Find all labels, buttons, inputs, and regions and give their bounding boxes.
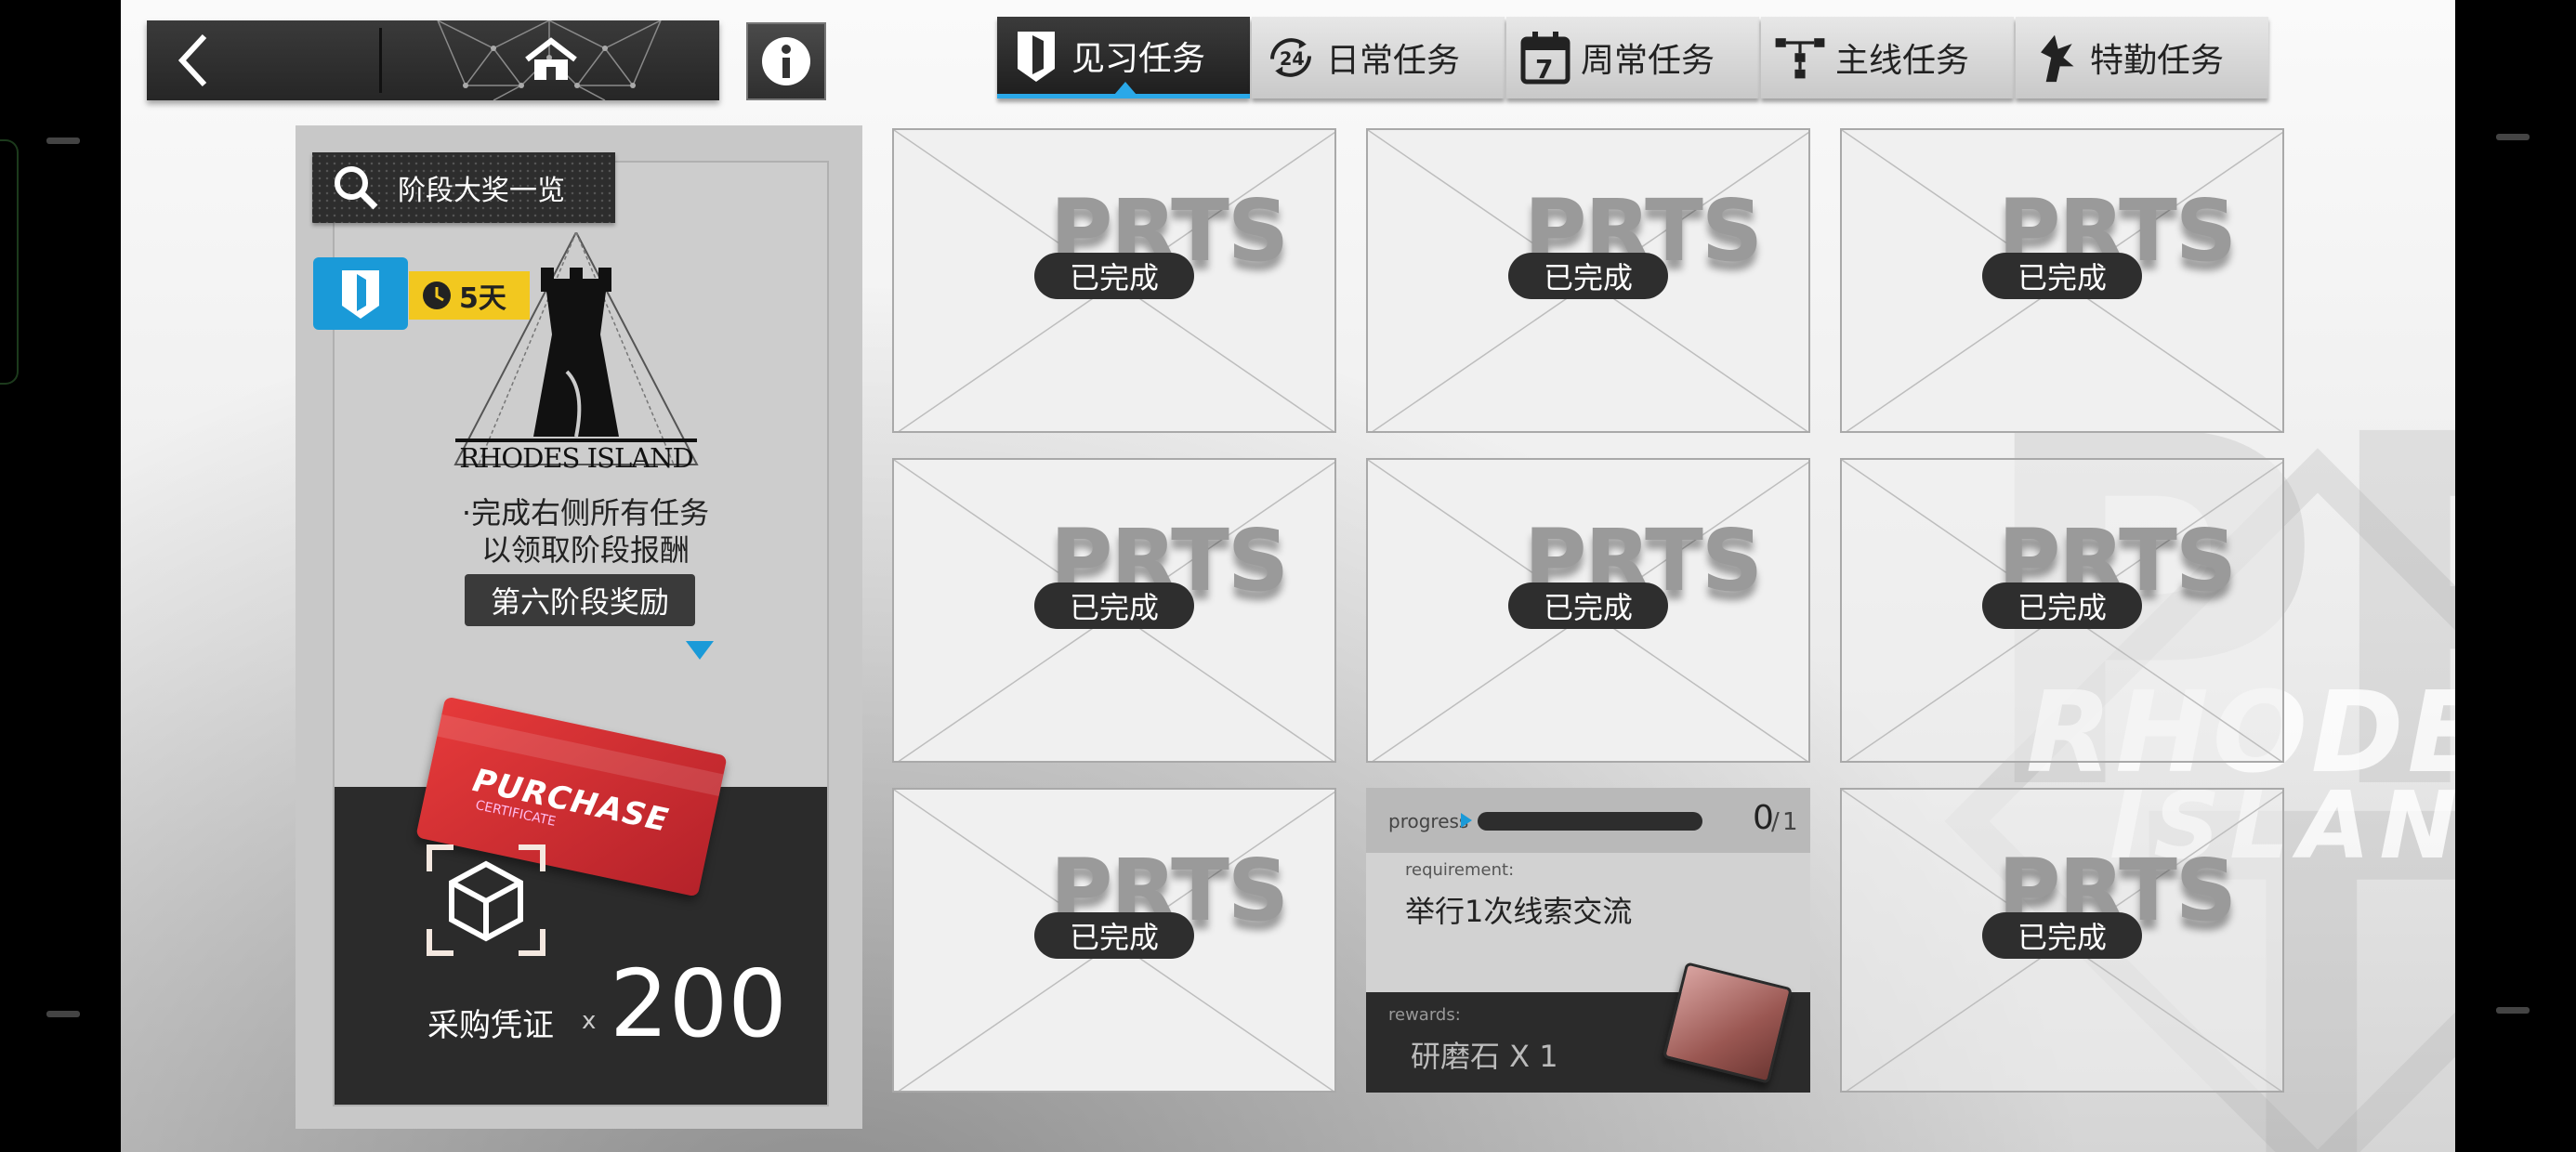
rewards-label: rewards: bbox=[1388, 1005, 1461, 1025]
svg-text:24: 24 bbox=[1280, 48, 1305, 70]
tab-trainee[interactable]: 见习任务 bbox=[997, 17, 1250, 98]
tab-main[interactable]: 主线任务 bbox=[1761, 17, 2014, 98]
reward-quantity: 200 bbox=[610, 949, 787, 1058]
side-handle bbox=[46, 1011, 80, 1017]
tab-label: 见习任务 bbox=[1071, 39, 1206, 78]
completed-badge: 已完成 bbox=[1034, 583, 1194, 629]
home-icon bbox=[524, 37, 577, 80]
requirement-text: 举行1次线索交流 bbox=[1405, 894, 1633, 929]
side-handle bbox=[46, 137, 80, 144]
mission-card-completed[interactable]: PRTS 已完成 bbox=[1366, 128, 1810, 433]
reward-multiplier: x bbox=[582, 1007, 597, 1035]
side-handle bbox=[2496, 1007, 2530, 1014]
completed-badge: 已完成 bbox=[1508, 253, 1668, 299]
completed-badge: 已完成 bbox=[1508, 583, 1668, 629]
tab-label: 主线任务 bbox=[1835, 42, 1970, 80]
game-screen: PR TS RHODES ISLAND bbox=[121, 0, 2455, 1152]
completed-badge: 已完成 bbox=[1982, 912, 2142, 959]
stage-prize-list-label: 阶段大奖一览 bbox=[398, 175, 565, 207]
mission-card-completed[interactable]: PRTS 已完成 bbox=[892, 128, 1336, 433]
info-button[interactable] bbox=[746, 22, 826, 100]
completed-badge: 已完成 bbox=[1982, 253, 2142, 299]
mission-tabs: 见习任务 24 日常任务 7 周常任务 主线任务 特勤任务 bbox=[997, 17, 2270, 100]
mission-card-completed[interactable]: PRTS 已完成 bbox=[1840, 788, 2284, 1093]
progress-arrow-icon bbox=[1461, 813, 1472, 828]
info-icon bbox=[762, 37, 810, 85]
completed-badge: 已完成 bbox=[1034, 253, 1194, 299]
back-button[interactable] bbox=[147, 20, 379, 100]
tab-daily[interactable]: 24 日常任务 bbox=[1252, 17, 1505, 98]
chevron-left-icon bbox=[177, 33, 207, 87]
stage-prize-list-button[interactable]: 阶段大奖一览 bbox=[312, 152, 615, 223]
daily-24-icon: 24 bbox=[1265, 32, 1317, 84]
cube-icon bbox=[427, 844, 545, 956]
search-icon bbox=[335, 166, 378, 210]
progress-label: progress bbox=[1388, 810, 1469, 832]
progress-total: 1 bbox=[1782, 808, 1798, 836]
rhodes-island-logo-text: RHODES ISLAND bbox=[459, 442, 694, 474]
completed-badge: 已完成 bbox=[1034, 912, 1194, 959]
tab-special[interactable]: 特勤任务 bbox=[2016, 17, 2268, 98]
reward-item-name: 采购凭证 bbox=[427, 1007, 554, 1044]
tab-label: 特勤任务 bbox=[2090, 42, 2225, 80]
stage-reward-label-box: 第六阶段奖励 bbox=[465, 574, 695, 626]
down-arrow-icon bbox=[686, 641, 714, 660]
tab-label: 日常任务 bbox=[1326, 42, 1461, 80]
mission-card-completed[interactable]: PRTS 已完成 bbox=[1840, 128, 2284, 433]
side-handle bbox=[2496, 134, 2530, 140]
special-ops-icon bbox=[2029, 32, 2081, 84]
completed-badge: 已完成 bbox=[1982, 583, 2142, 629]
active-tab-indicator bbox=[1114, 82, 1137, 95]
requirement-label: requirement: bbox=[1405, 860, 1515, 880]
stage-description: ·完成右侧所有任务 以领取阶段报酬 bbox=[335, 494, 836, 569]
trainee-badge-icon bbox=[1010, 30, 1062, 82]
left-edge-glow bbox=[0, 139, 19, 385]
progress-bar bbox=[1478, 812, 1702, 831]
home-button[interactable] bbox=[382, 20, 719, 100]
nav-bar bbox=[147, 20, 719, 100]
stage-reward-label: 第六阶段奖励 bbox=[490, 584, 669, 620]
trainee-badge bbox=[313, 257, 408, 330]
progress-separator: / bbox=[1771, 808, 1780, 836]
mission-card-completed[interactable]: PRTS 已完成 bbox=[892, 788, 1336, 1093]
stage-description-line2: 以领取阶段报酬 bbox=[480, 532, 690, 568]
mission-card-completed[interactable]: PRTS 已完成 bbox=[1366, 458, 1810, 763]
tab-weekly[interactable]: 7 周常任务 bbox=[1506, 17, 1759, 98]
mission-card-completed[interactable]: PRTS 已完成 bbox=[892, 458, 1336, 763]
tab-label: 周常任务 bbox=[1581, 42, 1715, 80]
mission-card-completed[interactable]: PRTS 已完成 bbox=[1840, 458, 2284, 763]
mission-card-active[interactable]: progress 0 / 1 requirement: 举行1次线索交流 rew… bbox=[1366, 788, 1810, 1093]
flowchart-icon bbox=[1774, 32, 1826, 84]
rewards-text: 研磨石 X 1 bbox=[1411, 1039, 1558, 1074]
trainee-badge-icon bbox=[342, 270, 379, 319]
calendar-7-icon: 7 bbox=[1519, 32, 1571, 85]
stage-description-line1: ·完成右侧所有任务 bbox=[461, 495, 710, 530]
svg-text:7: 7 bbox=[1535, 54, 1553, 85]
